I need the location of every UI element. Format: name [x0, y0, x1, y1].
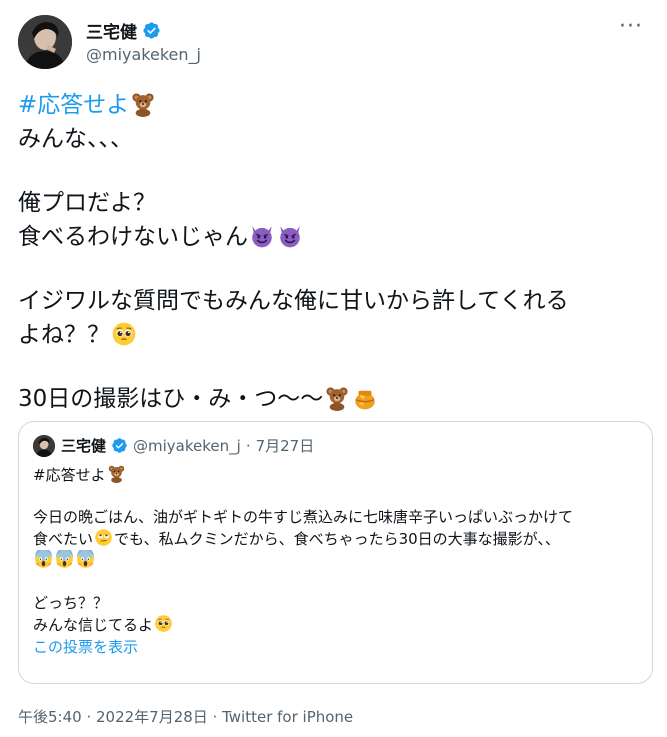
hashtag-link[interactable]: #応答せよ: [18, 92, 129, 118]
line-break: [33, 486, 643, 506]
quoted-tweet-header: 三宅健 @miyakeken_j · 7月27日: [61, 435, 314, 456]
quoted-emoji-line: [33, 550, 643, 572]
rolling-eyes-emoji: [94, 528, 113, 547]
quoted-line: 食べたい: [33, 530, 94, 548]
tweet-line-with-emoji: 30日の撮影はひ・み・つ〜〜: [18, 382, 648, 416]
pleading-face-emoji: [154, 614, 173, 633]
tweet-line: よね？？: [18, 322, 110, 348]
smiling-devil-emoji: [277, 223, 303, 249]
line-break: [18, 352, 648, 382]
tweet-hashtag-line: #応答せよ: [18, 88, 648, 122]
quoted-line-with-emoji: みんな信じてるよ: [33, 614, 643, 636]
tweet-line: 食べるわけないじゃん: [18, 224, 248, 250]
line-break: [18, 254, 648, 284]
tweet-text: #応答せよ みんな、、、 俺プロだよ？ 食べるわけないじゃん イジワルな質問でも…: [18, 88, 648, 416]
quoted-tweet-date[interactable]: 7月27日: [256, 435, 315, 456]
quoted-hashtag: #応答せよ: [33, 466, 106, 484]
quoted-line: みんな信じてるよ: [33, 616, 154, 634]
author-name-row[interactable]: 三宅健: [86, 18, 161, 43]
screaming-face-emoji: [34, 550, 53, 569]
honey-pot-emoji: [352, 385, 378, 411]
screaming-face-emoji: [55, 550, 74, 569]
quoted-line: どっち？？: [33, 594, 109, 612]
tweet-line: 俺プロだよ？: [18, 190, 156, 216]
quoted-tweet-text: #応答せよ 今日の晩ごはん、油がギトギトの牛すじ煮込みに七味唐辛子いっぱいぶっか…: [33, 464, 643, 658]
author-name[interactable]: 三宅健: [86, 18, 137, 43]
quoted-line-with-emoji: 食べたい でも、私ムクミンだから、食べちゃったら30日の大事な撮影が、、: [33, 528, 643, 550]
verified-badge-icon: [143, 22, 160, 39]
more-icon[interactable]: ···: [619, 16, 643, 38]
teddy-bear-emoji: [107, 464, 126, 483]
tweet-line-with-emoji: よね？？: [18, 318, 648, 352]
verified-badge-icon: [112, 438, 127, 453]
smiling-devil-emoji: [249, 223, 275, 249]
quoted-author-name[interactable]: 三宅健: [61, 435, 106, 456]
author-avatar[interactable]: [18, 15, 72, 69]
line-break: [18, 156, 648, 186]
tweet-line: イジワルな質問でもみんな俺に甘いから許してくれる: [18, 288, 569, 314]
tweet-line: 30日の撮影はひ・み・つ〜〜: [18, 386, 324, 412]
line-break: [33, 572, 643, 592]
quoted-hashtag-line: #応答せよ: [33, 464, 643, 486]
teddy-bear-emoji: [324, 385, 350, 411]
show-poll-link[interactable]: この投票を表示: [33, 636, 643, 658]
separator-dot: ·: [245, 436, 251, 455]
quoted-line: 今日の晩ごはん、油がギトギトの牛すじ煮込みに七味唐辛子いっぱいぶっかけて: [33, 508, 574, 526]
pleading-face-emoji: [111, 321, 137, 347]
teddy-bear-emoji: [130, 91, 156, 117]
tweet-line: みんな、、、: [18, 126, 133, 152]
quoted-tweet-card[interactable]: 三宅健 @miyakeken_j · 7月27日 #応答せよ 今日の晩ごはん、油…: [18, 421, 653, 684]
tweet-timestamp[interactable]: 午後5:40 · 2022年7月28日 · Twitter for iPhone: [18, 706, 353, 727]
quoted-author-avatar[interactable]: [33, 435, 55, 457]
tweet-line-with-emoji: 食べるわけないじゃん: [18, 220, 648, 254]
quoted-line: でも、私ムクミンだから、食べちゃったら30日の大事な撮影が、、: [114, 530, 560, 548]
author-handle[interactable]: @miyakeken_j: [86, 45, 201, 64]
quoted-author-handle[interactable]: @miyakeken_j: [133, 437, 241, 455]
screaming-face-emoji: [76, 550, 95, 569]
